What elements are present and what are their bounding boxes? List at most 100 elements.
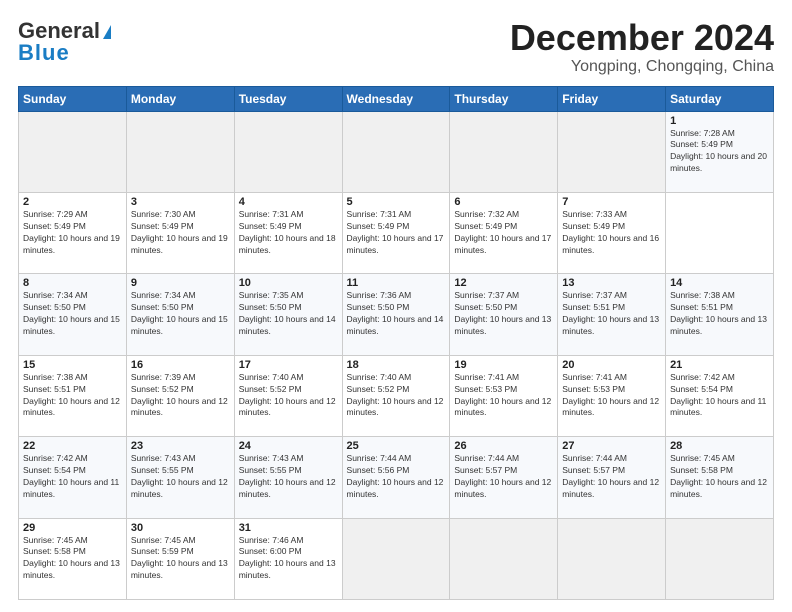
day-cell: 30Sunrise: 7:45 AMSunset: 5:59 PMDayligh… (126, 518, 234, 599)
day-number: 31 (239, 522, 338, 534)
day-number: 12 (454, 277, 553, 289)
day-number: 2 (23, 196, 122, 208)
calendar-week-row: 22Sunrise: 7:42 AMSunset: 5:54 PMDayligh… (19, 437, 774, 518)
day-number: 26 (454, 440, 553, 452)
day-detail: Sunrise: 7:31 AMSunset: 5:49 PMDaylight:… (347, 209, 446, 257)
day-number: 16 (131, 359, 230, 371)
empty-day-cell (666, 518, 774, 599)
calendar-week-row: 15Sunrise: 7:38 AMSunset: 5:51 PMDayligh… (19, 355, 774, 436)
day-header-saturday: Saturday (666, 86, 774, 111)
day-detail: Sunrise: 7:41 AMSunset: 5:53 PMDaylight:… (454, 372, 553, 420)
page-header: General Blue December 2024 Yongping, Cho… (18, 18, 774, 76)
day-header-wednesday: Wednesday (342, 86, 450, 111)
day-number: 27 (562, 440, 661, 452)
empty-day-cell (126, 111, 234, 192)
day-number: 7 (562, 196, 661, 208)
day-cell: 13Sunrise: 7:37 AMSunset: 5:51 PMDayligh… (558, 274, 666, 355)
day-detail: Sunrise: 7:29 AMSunset: 5:49 PMDaylight:… (23, 209, 122, 257)
day-detail: Sunrise: 7:46 AMSunset: 6:00 PMDaylight:… (239, 535, 338, 583)
day-detail: Sunrise: 7:41 AMSunset: 5:53 PMDaylight:… (562, 372, 661, 420)
day-number: 14 (670, 277, 769, 289)
calendar-week-row: 2Sunrise: 7:29 AMSunset: 5:49 PMDaylight… (19, 192, 774, 273)
day-number: 18 (347, 359, 446, 371)
empty-day-cell (450, 111, 558, 192)
day-detail: Sunrise: 7:33 AMSunset: 5:49 PMDaylight:… (562, 209, 661, 257)
day-detail: Sunrise: 7:39 AMSunset: 5:52 PMDaylight:… (131, 372, 230, 420)
day-cell: 28Sunrise: 7:45 AMSunset: 5:58 PMDayligh… (666, 437, 774, 518)
empty-day-cell (342, 111, 450, 192)
logo: General Blue (18, 18, 111, 66)
day-number: 23 (131, 440, 230, 452)
day-cell: 22Sunrise: 7:42 AMSunset: 5:54 PMDayligh… (19, 437, 127, 518)
calendar-page: General Blue December 2024 Yongping, Cho… (0, 0, 792, 612)
day-number: 8 (23, 277, 122, 289)
day-cell: 2Sunrise: 7:29 AMSunset: 5:49 PMDaylight… (19, 192, 127, 273)
day-number: 11 (347, 277, 446, 289)
day-detail: Sunrise: 7:43 AMSunset: 5:55 PMDaylight:… (239, 453, 338, 501)
day-number: 19 (454, 359, 553, 371)
day-number: 9 (131, 277, 230, 289)
day-cell: 31Sunrise: 7:46 AMSunset: 6:00 PMDayligh… (234, 518, 342, 599)
day-cell: 23Sunrise: 7:43 AMSunset: 5:55 PMDayligh… (126, 437, 234, 518)
day-detail: Sunrise: 7:34 AMSunset: 5:50 PMDaylight:… (131, 290, 230, 338)
day-detail: Sunrise: 7:44 AMSunset: 5:57 PMDaylight:… (454, 453, 553, 501)
day-number: 21 (670, 359, 769, 371)
day-number: 20 (562, 359, 661, 371)
day-cell: 3Sunrise: 7:30 AMSunset: 5:49 PMDaylight… (126, 192, 234, 273)
day-header-thursday: Thursday (450, 86, 558, 111)
day-number: 10 (239, 277, 338, 289)
day-cell: 6Sunrise: 7:32 AMSunset: 5:49 PMDaylight… (450, 192, 558, 273)
day-cell: 7Sunrise: 7:33 AMSunset: 5:49 PMDaylight… (558, 192, 666, 273)
day-cell: 24Sunrise: 7:43 AMSunset: 5:55 PMDayligh… (234, 437, 342, 518)
title-block: December 2024 Yongping, Chongqing, China (510, 18, 774, 76)
day-detail: Sunrise: 7:40 AMSunset: 5:52 PMDaylight:… (347, 372, 446, 420)
day-detail: Sunrise: 7:45 AMSunset: 5:59 PMDaylight:… (131, 535, 230, 583)
day-detail: Sunrise: 7:28 AMSunset: 5:49 PMDaylight:… (670, 128, 769, 176)
day-cell: 1Sunrise: 7:28 AMSunset: 5:49 PMDaylight… (666, 111, 774, 192)
day-cell: 26Sunrise: 7:44 AMSunset: 5:57 PMDayligh… (450, 437, 558, 518)
day-cell: 10Sunrise: 7:35 AMSunset: 5:50 PMDayligh… (234, 274, 342, 355)
day-detail: Sunrise: 7:44 AMSunset: 5:56 PMDaylight:… (347, 453, 446, 501)
day-number: 22 (23, 440, 122, 452)
day-number: 15 (23, 359, 122, 371)
day-number: 28 (670, 440, 769, 452)
empty-day-cell (234, 111, 342, 192)
logo-arrow-icon (103, 25, 111, 39)
day-detail: Sunrise: 7:45 AMSunset: 5:58 PMDaylight:… (23, 535, 122, 583)
day-number: 13 (562, 277, 661, 289)
day-cell: 14Sunrise: 7:38 AMSunset: 5:51 PMDayligh… (666, 274, 774, 355)
day-number: 25 (347, 440, 446, 452)
day-detail: Sunrise: 7:36 AMSunset: 5:50 PMDaylight:… (347, 290, 446, 338)
day-detail: Sunrise: 7:43 AMSunset: 5:55 PMDaylight:… (131, 453, 230, 501)
day-detail: Sunrise: 7:38 AMSunset: 5:51 PMDaylight:… (23, 372, 122, 420)
day-number: 1 (670, 115, 769, 127)
day-detail: Sunrise: 7:45 AMSunset: 5:58 PMDaylight:… (670, 453, 769, 501)
day-number: 3 (131, 196, 230, 208)
day-cell: 9Sunrise: 7:34 AMSunset: 5:50 PMDaylight… (126, 274, 234, 355)
day-cell: 20Sunrise: 7:41 AMSunset: 5:53 PMDayligh… (558, 355, 666, 436)
day-cell: 15Sunrise: 7:38 AMSunset: 5:51 PMDayligh… (19, 355, 127, 436)
logo-blue-text: Blue (18, 40, 70, 66)
day-detail: Sunrise: 7:42 AMSunset: 5:54 PMDaylight:… (670, 372, 769, 420)
day-detail: Sunrise: 7:40 AMSunset: 5:52 PMDaylight:… (239, 372, 338, 420)
day-cell: 25Sunrise: 7:44 AMSunset: 5:56 PMDayligh… (342, 437, 450, 518)
day-detail: Sunrise: 7:30 AMSunset: 5:49 PMDaylight:… (131, 209, 230, 257)
day-header-tuesday: Tuesday (234, 86, 342, 111)
day-cell: 4Sunrise: 7:31 AMSunset: 5:49 PMDaylight… (234, 192, 342, 273)
calendar-week-row: 8 Sunrise: 7:34 AMSunset: 5:50 PMDaylight… (19, 274, 774, 355)
day-cell: 5Sunrise: 7:31 AMSunset: 5:49 PMDaylight… (342, 192, 450, 273)
day-cell: 17Sunrise: 7:40 AMSunset: 5:52 PMDayligh… (234, 355, 342, 436)
day-cell: 16Sunrise: 7:39 AMSunset: 5:52 PMDayligh… (126, 355, 234, 436)
day-number: 6 (454, 196, 553, 208)
day-cell: 12Sunrise: 7:37 AMSunset: 5:50 PMDayligh… (450, 274, 558, 355)
day-detail: Sunrise: 7:37 AMSunset: 5:50 PMDaylight:… (454, 290, 553, 338)
day-number: 29 (23, 522, 122, 534)
empty-day-cell (558, 111, 666, 192)
calendar-table: SundayMondayTuesdayWednesdayThursdayFrid… (18, 86, 774, 600)
day-number: 4 (239, 196, 338, 208)
empty-day-cell (558, 518, 666, 599)
calendar-header-row: SundayMondayTuesdayWednesdayThursdayFrid… (19, 86, 774, 111)
month-title: December 2024 (510, 18, 774, 58)
day-cell: 18Sunrise: 7:40 AMSunset: 5:52 PMDayligh… (342, 355, 450, 436)
empty-day-cell (450, 518, 558, 599)
